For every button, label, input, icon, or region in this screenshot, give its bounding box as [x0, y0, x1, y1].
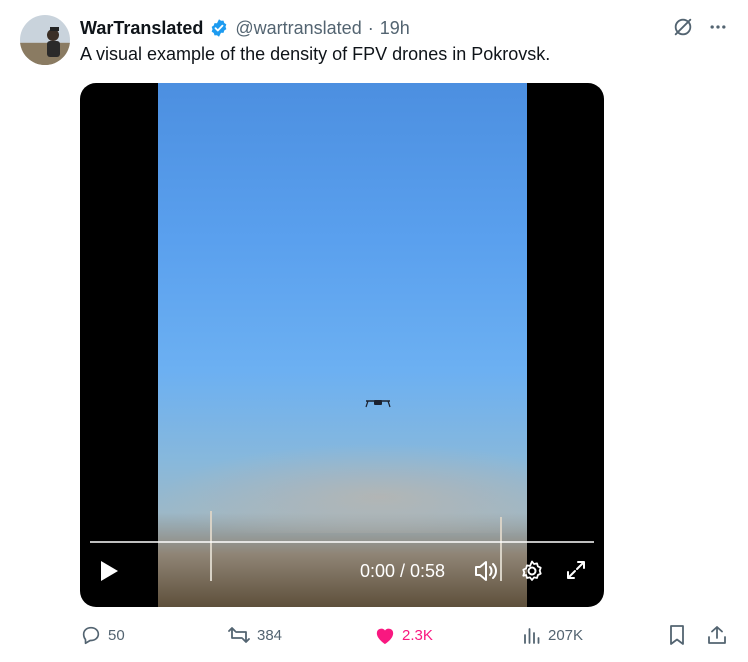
- reply-count: 50: [108, 626, 125, 644]
- top-right-actions: [672, 16, 728, 38]
- tweet-text: A visual example of the density of FPV d…: [80, 44, 551, 64]
- share-button[interactable]: [706, 620, 728, 650]
- separator: ·: [367, 17, 374, 38]
- display-name[interactable]: WarTranslated: [80, 18, 203, 39]
- video-frame[interactable]: [158, 83, 527, 607]
- repost-button[interactable]: 384: [227, 620, 282, 650]
- drone-image: [365, 400, 391, 408]
- share-icon: [706, 624, 728, 646]
- reply-button[interactable]: 50: [80, 620, 125, 650]
- handle[interactable]: @wartranslated: [235, 18, 361, 39]
- like-button[interactable]: 2.3K: [374, 620, 433, 650]
- like-icon: [374, 625, 396, 645]
- video-time: 0:00 / 0:58: [360, 561, 446, 581]
- views-button[interactable]: 207K: [522, 620, 583, 650]
- volume-icon[interactable]: [473, 559, 499, 583]
- avatar[interactable]: [20, 15, 70, 65]
- video-player[interactable]: 0:00 / 0:58: [80, 83, 604, 607]
- play-icon[interactable]: [98, 559, 120, 583]
- action-bar: 50 384 2.3K 207K: [80, 620, 730, 650]
- like-count: 2.3K: [402, 626, 433, 644]
- timestamp[interactable]: 19h: [380, 18, 410, 39]
- fullscreen-icon[interactable]: [565, 559, 587, 581]
- repost-count: 384: [257, 626, 283, 644]
- views-count: 207K: [548, 626, 584, 644]
- more-icon[interactable]: [708, 17, 728, 37]
- bookmark-icon: [667, 624, 687, 646]
- tweet-header: WarTranslated @wartranslated · 19h: [80, 16, 410, 40]
- repost-icon: [227, 624, 251, 646]
- grok-icon[interactable]: [672, 16, 694, 38]
- video-controls: 0:00 / 0:58: [80, 537, 604, 607]
- bookmark-button[interactable]: [667, 620, 687, 650]
- settings-icon[interactable]: [520, 559, 544, 583]
- verified-badge-icon: [209, 18, 229, 38]
- reply-icon: [80, 624, 102, 646]
- views-icon: [522, 625, 542, 645]
